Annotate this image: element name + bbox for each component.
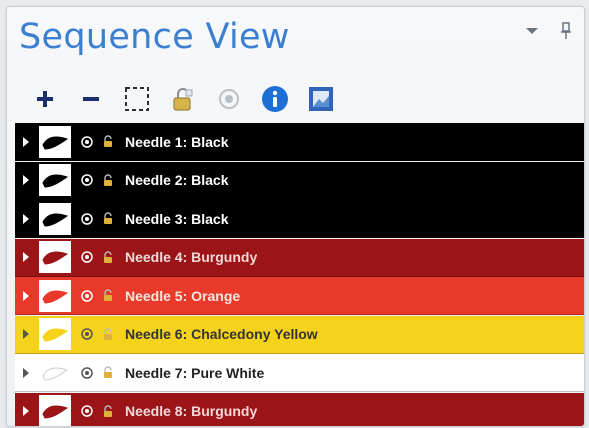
lock-button[interactable] bbox=[167, 83, 199, 115]
lock-icon[interactable] bbox=[101, 211, 115, 227]
lock-icon[interactable] bbox=[101, 288, 115, 304]
lock-icon[interactable] bbox=[101, 365, 115, 381]
visibility-icon[interactable] bbox=[79, 211, 95, 227]
needle-label: Needle 6: Chalcedony Yellow bbox=[125, 326, 318, 342]
visibility-icon[interactable] bbox=[79, 288, 95, 304]
needle-label: Needle 2: Black bbox=[125, 172, 229, 188]
visibility-icon[interactable] bbox=[79, 172, 95, 188]
panel-title: Sequence View bbox=[19, 17, 290, 57]
needle-row[interactable]: Needle 2: Black bbox=[15, 161, 584, 200]
needle-row[interactable]: Needle 7: Pure White bbox=[15, 354, 584, 392]
expand-arrow-icon[interactable] bbox=[19, 123, 33, 161]
visibility-icon[interactable] bbox=[79, 249, 95, 265]
needle-thumbnail bbox=[39, 279, 71, 312]
visibility-icon[interactable] bbox=[79, 403, 95, 419]
needle-thumbnail bbox=[39, 318, 71, 350]
expand-arrow-icon[interactable] bbox=[19, 315, 33, 353]
needle-row[interactable]: Needle 4: Burgundy bbox=[15, 238, 584, 277]
info-button[interactable] bbox=[259, 83, 291, 115]
needle-label: Needle 4: Burgundy bbox=[125, 249, 258, 265]
needle-row[interactable]: Needle 1: Black bbox=[15, 123, 584, 161]
needle-label: Needle 8: Burgundy bbox=[125, 403, 258, 419]
plus-icon bbox=[37, 91, 53, 107]
needle-label: Needle 1: Black bbox=[125, 133, 229, 150]
needle-row[interactable]: Needle 8: Burgundy bbox=[15, 392, 584, 426]
expand-arrow-icon[interactable] bbox=[19, 161, 33, 199]
needle-thumbnail bbox=[39, 164, 71, 196]
needle-row[interactable]: Needle 3: Black bbox=[15, 200, 584, 238]
lock-icon[interactable] bbox=[101, 172, 115, 188]
expand-arrow-icon[interactable] bbox=[19, 277, 33, 315]
lock-multiple-icon bbox=[173, 88, 193, 111]
add-needle-button[interactable] bbox=[29, 83, 61, 115]
needle-thumbnail bbox=[39, 241, 71, 273]
lock-icon[interactable] bbox=[101, 249, 115, 265]
needle-row[interactable]: Needle 6: Chalcedony Yellow bbox=[15, 315, 584, 354]
needle-row[interactable]: Needle 5: Orange bbox=[15, 277, 584, 315]
lock-icon[interactable] bbox=[101, 326, 115, 342]
expand-arrow-icon[interactable] bbox=[19, 354, 33, 392]
select-button[interactable] bbox=[121, 83, 153, 115]
lock-icon[interactable] bbox=[101, 134, 115, 150]
visibility-icon[interactable] bbox=[79, 134, 95, 150]
minus-icon bbox=[83, 97, 99, 101]
visibility-icon[interactable] bbox=[79, 365, 95, 381]
needle-label: Needle 5: Orange bbox=[125, 287, 241, 304]
info-icon bbox=[262, 86, 288, 112]
pin-icon[interactable] bbox=[558, 22, 574, 39]
lock-icon[interactable] bbox=[101, 403, 115, 419]
panel-menu-dropdown-icon[interactable] bbox=[524, 23, 540, 39]
visibility-icon[interactable] bbox=[79, 326, 95, 342]
toolbar bbox=[29, 79, 351, 119]
needle-thumbnail bbox=[39, 356, 71, 389]
visibility-icon bbox=[219, 89, 239, 109]
needle-thumbnail bbox=[39, 125, 71, 158]
image-view-button[interactable] bbox=[305, 83, 337, 115]
needle-list: Needle 1: Black Needle 2: Black Needle 3: … bbox=[15, 123, 584, 426]
select-marquee-icon bbox=[125, 87, 149, 111]
expand-arrow-icon[interactable] bbox=[19, 392, 33, 426]
needle-label: Needle 3: Black bbox=[125, 210, 229, 227]
visibility-button[interactable] bbox=[213, 83, 245, 115]
needle-label: Needle 7: Pure White bbox=[125, 364, 265, 381]
needle-thumbnail bbox=[39, 395, 71, 426]
expand-arrow-icon[interactable] bbox=[19, 238, 33, 276]
remove-needle-button[interactable] bbox=[75, 83, 107, 115]
expand-arrow-icon[interactable] bbox=[19, 200, 33, 238]
needle-thumbnail bbox=[39, 202, 71, 235]
image-view-icon bbox=[309, 87, 333, 111]
panel-title-controls bbox=[524, 22, 574, 39]
sequence-view-panel: Sequence View Needle 1: Black Needle 2: … bbox=[6, 6, 585, 427]
